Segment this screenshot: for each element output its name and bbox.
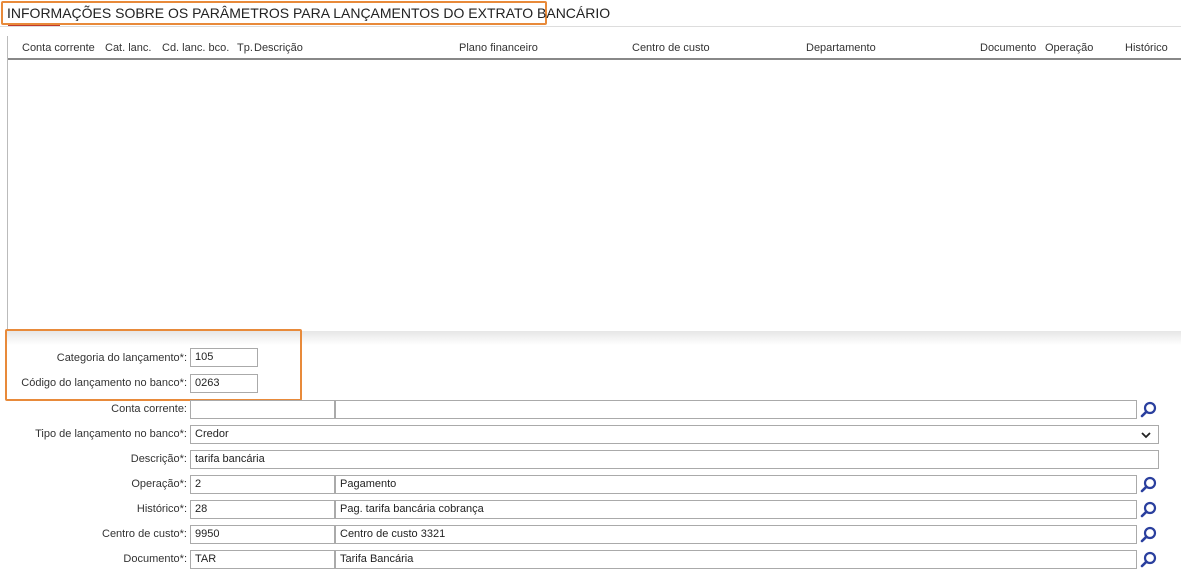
centro-custo-label: Centro de custo*: bbox=[102, 528, 187, 540]
documento-name-field[interactable]: Tarifa Bancária bbox=[335, 550, 1137, 569]
divider bbox=[0, 26, 1181, 27]
column-header-plano-financeiro[interactable]: Plano financeiro bbox=[459, 42, 538, 54]
historico-code-field[interactable]: 28 bbox=[190, 500, 335, 519]
column-header-documento[interactable]: Documento bbox=[980, 42, 1036, 54]
historico-name-field[interactable]: Pag. tarifa bancária cobrança bbox=[335, 500, 1137, 519]
operacao-label: Operação*: bbox=[131, 478, 187, 490]
search-icon bbox=[1140, 401, 1157, 418]
tipo-select[interactable]: Credor bbox=[190, 425, 1159, 444]
operacao-search-button[interactable] bbox=[1140, 475, 1158, 494]
parameters-grid: Conta corrente Cat. lanc. Cd. lanc. bco.… bbox=[7, 36, 1181, 332]
column-header-departamento[interactable]: Departamento bbox=[806, 42, 876, 54]
column-header-centro-de-custo[interactable]: Centro de custo bbox=[632, 42, 710, 54]
operacao-name-field[interactable]: Pagamento bbox=[335, 475, 1137, 494]
column-header-cd-lanc-bco[interactable]: Cd. lanc. bco. bbox=[162, 42, 229, 54]
conta-corrente-label: Conta corrente: bbox=[111, 403, 187, 415]
page-title: INFORMAÇÕES SOBRE OS PARÂMETROS PARA LAN… bbox=[1, 1, 610, 25]
column-header-tp[interactable]: Tp. bbox=[237, 42, 253, 54]
column-header-operacao[interactable]: Operação bbox=[1045, 42, 1093, 54]
codigo-label: Código do lançamento no banco*: bbox=[21, 377, 187, 389]
categoria-label: Categoria do lançamento*: bbox=[56, 352, 187, 364]
grid-body[interactable] bbox=[8, 60, 1181, 332]
documento-search-button[interactable] bbox=[1140, 550, 1158, 569]
search-icon bbox=[1140, 551, 1157, 568]
codigo-field[interactable]: 0263 bbox=[190, 374, 258, 393]
grid-header: Conta corrente Cat. lanc. Cd. lanc. bco.… bbox=[8, 36, 1181, 60]
descricao-label: Descrição*: bbox=[130, 453, 187, 465]
column-header-conta-corrente[interactable]: Conta corrente bbox=[22, 42, 95, 54]
search-icon bbox=[1140, 476, 1157, 493]
conta-corrente-code-field[interactable] bbox=[190, 400, 335, 419]
categoria-field[interactable]: 105 bbox=[190, 348, 258, 367]
tipo-selected-value: Credor bbox=[195, 428, 229, 440]
search-icon bbox=[1140, 501, 1157, 518]
column-header-descricao[interactable]: Descrição bbox=[254, 42, 303, 54]
operacao-code-field[interactable]: 2 bbox=[190, 475, 335, 494]
conta-corrente-search-button[interactable] bbox=[1140, 400, 1158, 419]
chevron-down-icon bbox=[1141, 432, 1151, 439]
centro-custo-name-field[interactable]: Centro de custo 3321 bbox=[335, 525, 1137, 544]
column-header-historico[interactable]: Histórico bbox=[1125, 42, 1168, 54]
column-header-cat-lanc[interactable]: Cat. lanc. bbox=[105, 42, 151, 54]
search-icon bbox=[1140, 526, 1157, 543]
descricao-field[interactable]: tarifa bancária bbox=[190, 450, 1159, 469]
historico-search-button[interactable] bbox=[1140, 500, 1158, 519]
documento-label: Documento*: bbox=[123, 553, 187, 565]
centro-custo-code-field[interactable]: 9950 bbox=[190, 525, 335, 544]
historico-label: Histórico*: bbox=[136, 503, 187, 515]
documento-code-field[interactable]: TAR bbox=[190, 550, 335, 569]
centro-custo-search-button[interactable] bbox=[1140, 525, 1158, 544]
conta-corrente-name-field[interactable] bbox=[335, 400, 1137, 419]
tipo-label: Tipo de lançamento no banco*: bbox=[35, 428, 187, 440]
